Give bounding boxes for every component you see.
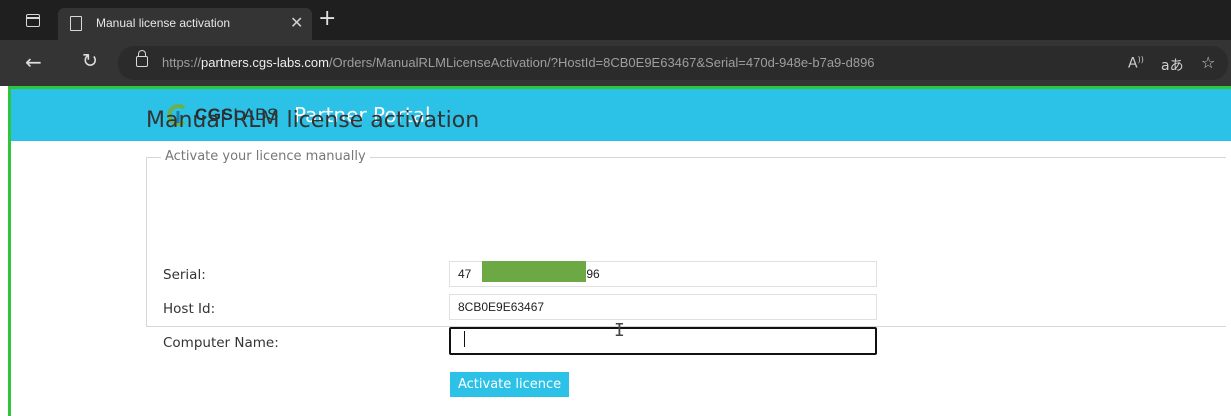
serial-value-end: 96 bbox=[586, 267, 600, 281]
new-tab-icon[interactable]: + bbox=[318, 8, 336, 30]
favorite-icon[interactable]: ☆ bbox=[1201, 53, 1215, 72]
activate-licence-button[interactable]: Activate licence bbox=[450, 372, 570, 397]
lock-icon[interactable] bbox=[136, 50, 148, 67]
page-title: Manual RLM license activation bbox=[146, 108, 480, 133]
browser-tab-bar: Manual license activation ✕ + bbox=[0, 0, 1231, 40]
back-icon[interactable]: ← bbox=[25, 50, 42, 74]
reload-icon[interactable]: ↻ bbox=[82, 50, 98, 72]
page-icon bbox=[70, 16, 82, 31]
translate-icon[interactable]: aあ bbox=[1161, 55, 1184, 75]
tab-title: Manual license activation bbox=[96, 16, 231, 30]
address-bar: ← ↻ https://partners.cgs-labs.com/Orders… bbox=[0, 40, 1231, 86]
hostid-field[interactable]: 8CB0E9E63467 bbox=[449, 294, 877, 320]
url-text[interactable]: https://partners.cgs-labs.com/Orders/Man… bbox=[162, 55, 875, 70]
window-icon[interactable] bbox=[26, 14, 40, 27]
fieldset-legend: Activate your licence manually bbox=[161, 149, 370, 164]
url-scheme: https:// bbox=[162, 55, 202, 70]
hostid-label: Host Id: bbox=[163, 301, 216, 317]
url-host: partners.cgs-labs.com bbox=[201, 55, 329, 70]
ibeam-cursor-icon: I bbox=[614, 320, 625, 341]
text-caret bbox=[464, 331, 465, 347]
browser-tab[interactable]: Manual license activation ✕ bbox=[58, 8, 312, 40]
redaction-mark bbox=[482, 261, 586, 282]
read-aloud-icon[interactable]: A)) bbox=[1128, 55, 1144, 72]
computer-name-label: Computer Name: bbox=[163, 335, 279, 351]
computer-name-field[interactable] bbox=[449, 327, 877, 355]
url-path: /Orders/ManualRLMLicenseActivation/?Host… bbox=[328, 55, 875, 70]
serial-value-start: 47 bbox=[458, 267, 472, 281]
close-icon[interactable]: ✕ bbox=[290, 13, 303, 32]
url-field[interactable]: https://partners.cgs-labs.com/Orders/Man… bbox=[118, 46, 1228, 80]
serial-label: Serial: bbox=[163, 267, 206, 283]
